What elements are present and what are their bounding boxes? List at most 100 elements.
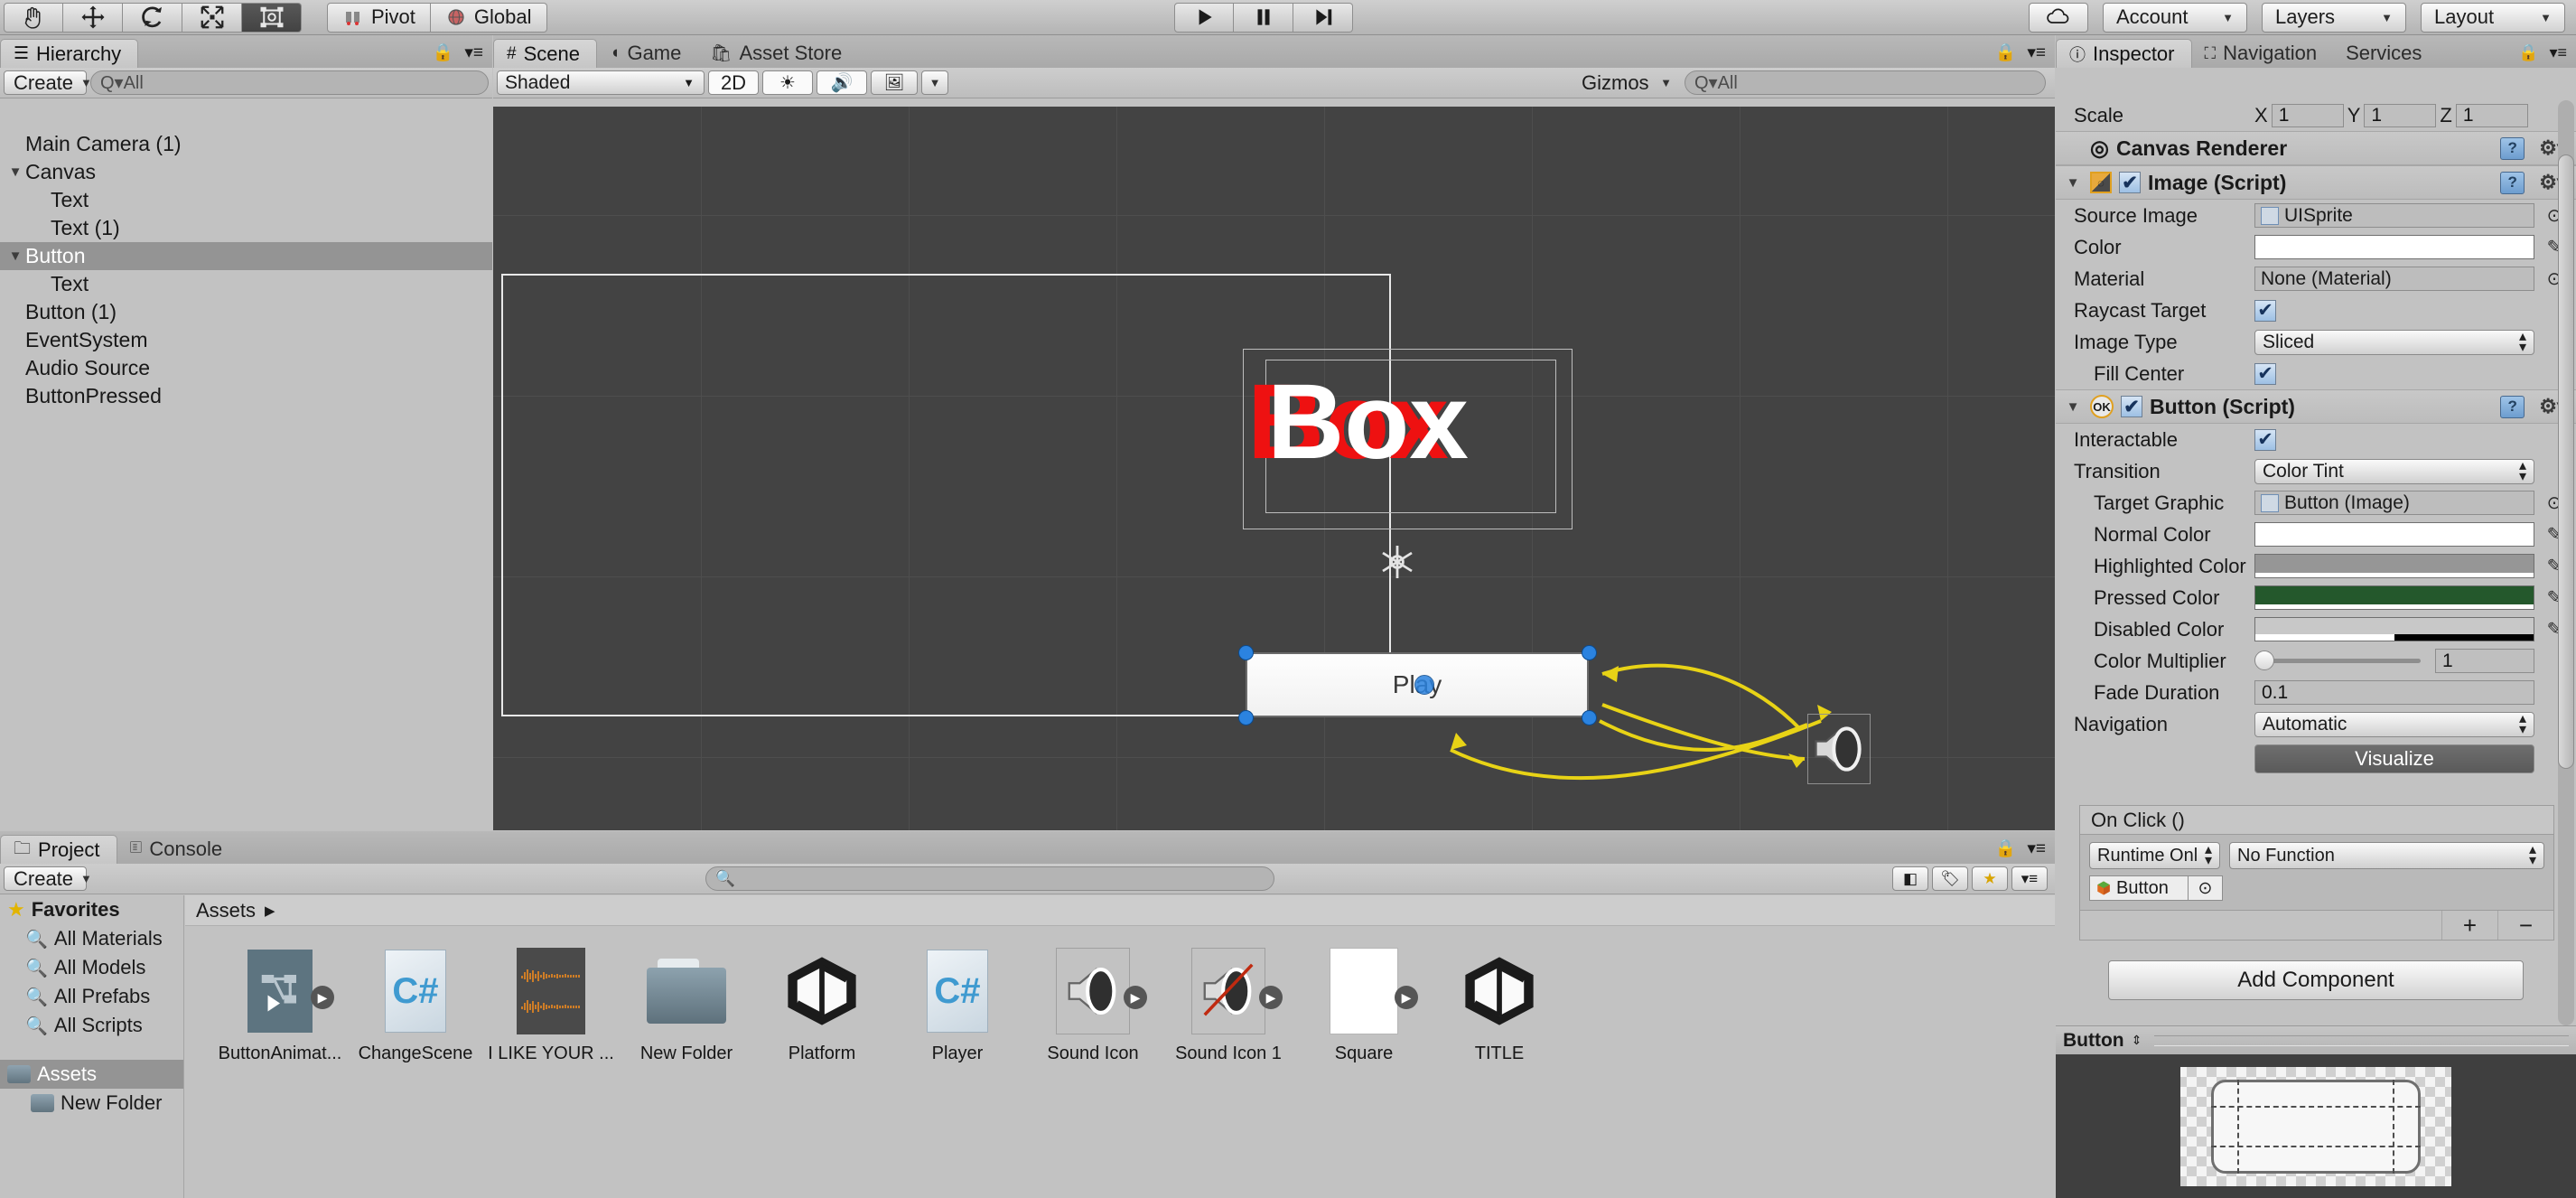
hierarchy-item-buttonpressed[interactable]: ▸ButtonPressed (0, 382, 492, 410)
scene-play-button[interactable]: Play (1246, 652, 1589, 717)
foldout-arrow-icon[interactable]: ▼ (5, 248, 25, 264)
expand-asset-icon[interactable]: ▶ (311, 986, 334, 1009)
checkbox-interactable[interactable]: ✔ (2254, 428, 2276, 451)
on-click-mode-dropdown[interactable]: Runtime Onl ▴ ▾ (2089, 842, 2220, 869)
breadcrumb-assets[interactable]: Assets (196, 899, 256, 922)
component-enabled-checkbox[interactable]: ✔ (2121, 396, 2142, 417)
hierarchy-item-button-1[interactable]: ▸Button (1) (0, 298, 492, 326)
effects-dropdown-button[interactable]: ▼ (921, 70, 948, 95)
preview-resize-grip[interactable] (2154, 1034, 2569, 1046)
scale-z-input[interactable]: 1 (2455, 104, 2528, 127)
hierarchy-create-button[interactable]: Create ▼ (4, 70, 92, 95)
filter-by-label-button[interactable]: 🏷 (1932, 866, 1968, 891)
project-tree[interactable]: ★ Favorites 🔍 All Materials 🔍 All Models 🔍 Al… (0, 895, 184, 1198)
scale-x-input[interactable]: 1 (2271, 104, 2344, 127)
asset-item[interactable]: Platform (769, 946, 875, 1064)
component-header-image-script[interactable]: ▼ ◌ ✔ Image (Script)? ⚙▾ (2056, 165, 2576, 200)
on-click-target-field[interactable]: Button (2089, 875, 2189, 901)
tab-hierarchy[interactable]: ☰ Hierarchy (0, 39, 139, 68)
tab-console[interactable]: 🗉 Console (117, 835, 239, 864)
layers-button[interactable]: Layers ▼ (2262, 2, 2406, 33)
folder-item-assets[interactable]: Assets (0, 1060, 183, 1089)
inspector-scroll-thumb[interactable] (2558, 154, 2574, 769)
asset-item[interactable]: ▶ Square (1311, 946, 1418, 1064)
dropdown-image-type[interactable]: Sliced ▴ ▾ (2254, 329, 2534, 355)
updown-icon[interactable]: ⇕ (2132, 1033, 2142, 1048)
hierarchy-item-text-1[interactable]: ▸ Text (1) (0, 214, 492, 242)
shading-mode-dropdown[interactable]: Shaded ▼ (497, 70, 705, 95)
asset-item[interactable]: C# Player (904, 946, 1011, 1064)
project-create-button[interactable]: Create ▼ (4, 866, 92, 891)
expand-asset-icon[interactable]: ▶ (1259, 986, 1283, 1009)
help-icon[interactable]: ? (2500, 395, 2525, 418)
rect-tool-button[interactable] (242, 2, 302, 33)
global-button[interactable]: Global (430, 2, 547, 33)
dropdown-navigation[interactable]: Automatic ▴ ▾ (2254, 711, 2534, 737)
menu-icon[interactable]: ▾≡ (2549, 43, 2567, 62)
resize-handle-tr[interactable] (1582, 645, 1597, 660)
checkbox-fill-center[interactable]: ✔ (2254, 362, 2276, 385)
favorite-item-all-materials[interactable]: 🔍 All Materials (0, 924, 183, 953)
foldout-arrow-icon[interactable]: ▼ (5, 164, 25, 180)
tab-scene[interactable]: # Scene (493, 39, 597, 68)
scale-tool-button[interactable] (182, 2, 242, 33)
object-field-target-graphic[interactable]: Button (Image) (2254, 491, 2534, 515)
tab-project[interactable]: 🗀 Project (0, 835, 117, 864)
lock-icon[interactable]: 🔒 (2518, 43, 2538, 62)
help-icon[interactable]: ? (2500, 136, 2525, 160)
hierarchy-item-canvas[interactable]: ▼ Canvas (0, 158, 492, 186)
favorite-item-all-models[interactable]: 🔍 All Models (0, 953, 183, 982)
menu-icon[interactable]: ▾≡ (2027, 42, 2046, 63)
asset-item[interactable]: ▶ Sound Icon (1040, 946, 1147, 1064)
color-field-pressed-color[interactable] (2254, 585, 2534, 610)
slider-value-input[interactable]: 1 (2435, 649, 2534, 673)
play-button[interactable] (1174, 2, 1234, 33)
hierarchy-item-button[interactable]: ▼ Button (0, 242, 492, 270)
asset-grid[interactable]: ▶ ButtonAnimat... C# ChangeScene I LIKE YOUR… (185, 926, 2055, 1064)
slider-knob[interactable] (2254, 650, 2274, 670)
resize-handle-tl[interactable] (1238, 645, 1254, 660)
expand-asset-icon[interactable]: ▶ (1395, 986, 1418, 1009)
scene-viewport[interactable]: Box Box Play (493, 107, 2055, 830)
asset-item[interactable]: ▶ ButtonAnimat... (219, 946, 341, 1064)
favorite-filter-button[interactable]: ★ (1972, 866, 2008, 891)
effects-toggle-button[interactable]: 🖼 (871, 70, 918, 95)
tab-game[interactable]: ◖ Game (597, 39, 697, 68)
favorite-item-all-scripts[interactable]: 🔍 All Scripts (0, 1011, 183, 1040)
tab-navigation[interactable]: ⛶ Navigation (2192, 39, 2334, 68)
color-field-normal-color[interactable] (2254, 522, 2534, 547)
menu-icon[interactable]: ▾≡ (464, 42, 483, 63)
lighting-toggle-button[interactable]: ☀ (762, 70, 813, 95)
slider-color-multiplier[interactable] (2254, 650, 2421, 670)
tab-asset-store[interactable]: 🛍 Asset Store (697, 39, 858, 68)
tab-inspector[interactable]: ⓘ Inspector (2056, 39, 2192, 68)
gizmos-button[interactable]: Gizmos ▼ (1573, 70, 1681, 95)
hierarchy-item-main-camera-1[interactable]: ▸Main Camera (1) (0, 130, 492, 158)
help-icon[interactable]: ? (2500, 171, 2525, 194)
project-menu-button[interactable]: ▾≡ (2011, 866, 2048, 891)
color-field-disabled-color[interactable] (2254, 617, 2534, 641)
hierarchy-list[interactable]: ▸Main Camera (1)▼Canvas▸Text▸Text (1)▼Bu… (0, 130, 492, 830)
object-field-material[interactable]: None (Material) (2254, 267, 2534, 291)
hierarchy-search-input[interactable]: Q▾All (90, 70, 489, 95)
resize-handle-br[interactable] (1582, 710, 1597, 725)
hand-tool-button[interactable] (4, 2, 63, 33)
folder-item-new-folder[interactable]: New Folder (0, 1089, 183, 1118)
color-field-highlighted-color[interactable] (2254, 554, 2534, 578)
inspector-scrollbar[interactable] (2558, 100, 2574, 1025)
audio-toggle-button[interactable]: 🔊 (817, 70, 867, 95)
asset-item[interactable]: New Folder (633, 946, 740, 1064)
asset-item[interactable]: C# ChangeScene (359, 946, 472, 1064)
hierarchy-item-eventsystem[interactable]: ▸EventSystem (0, 326, 492, 354)
asset-item[interactable]: ▶ Sound Icon 1 (1175, 946, 1283, 1064)
component-header-canvas-renderer[interactable]: ◎ Canvas Renderer? ⚙▾ (2056, 131, 2576, 165)
layout-button[interactable]: Layout ▼ (2421, 2, 2565, 33)
menu-icon[interactable]: ▾≡ (2027, 838, 2046, 859)
hierarchy-item-audio-source[interactable]: ▸Audio Source (0, 354, 492, 382)
pivot-button[interactable]: Pivot (327, 2, 431, 33)
account-button[interactable]: Account ▼ (2103, 2, 2247, 33)
component-header-button-script[interactable]: ▼ OK ✔ Button (Script)? ⚙▾ (2056, 389, 2576, 424)
foldout-arrow-icon[interactable]: ▼ (2063, 399, 2083, 415)
asset-item[interactable]: TITLE (1446, 946, 1553, 1064)
scale-y-input[interactable]: 1 (2364, 104, 2437, 127)
